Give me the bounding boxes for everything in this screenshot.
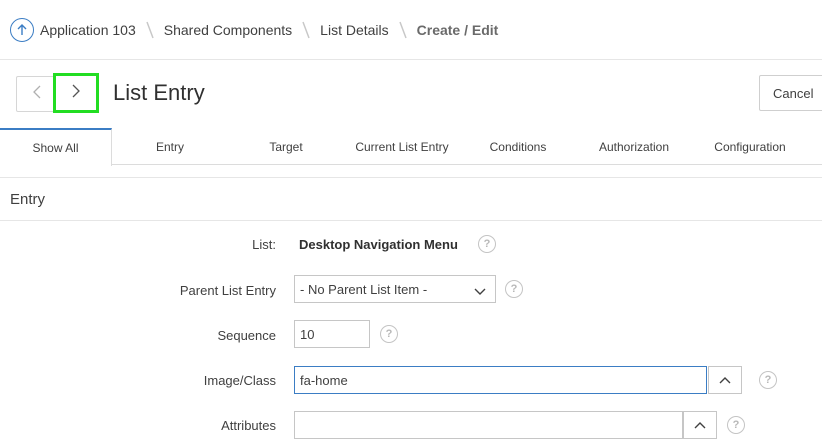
parent-list-entry-select[interactable]: - No Parent List Item - <box>294 275 496 303</box>
breadcrumb-item-application[interactable]: Application 103 <box>40 22 136 38</box>
help-icon[interactable]: ? <box>505 280 523 298</box>
cancel-button[interactable]: Cancel <box>759 75 822 111</box>
tab-configuration[interactable]: Configuration <box>692 128 808 165</box>
help-icon[interactable]: ? <box>727 416 745 434</box>
parent-list-entry-label: Parent List Entry <box>179 283 276 298</box>
help-icon[interactable]: ? <box>478 235 496 253</box>
image-class-input[interactable]: fa-home <box>294 366 707 394</box>
sequence-label: Sequence <box>217 328 276 343</box>
breadcrumb-separator <box>142 20 158 40</box>
page-header: List Entry Cancel <box>0 60 822 128</box>
list-label: List: <box>252 237 276 252</box>
attributes-input[interactable] <box>294 411 683 439</box>
help-icon[interactable]: ? <box>759 371 777 389</box>
image-class-popup-button[interactable] <box>708 366 742 394</box>
up-arrow-icon[interactable] <box>10 17 34 42</box>
sequence-input[interactable]: 10 <box>294 320 370 348</box>
tab-authorization[interactable]: Authorization <box>576 128 692 165</box>
page-title: List Entry <box>113 80 205 105</box>
chevron-down-icon <box>474 284 486 299</box>
chevron-up-icon <box>694 416 706 434</box>
next-button[interactable] <box>53 73 99 113</box>
previous-button[interactable] <box>17 77 57 111</box>
help-icon[interactable]: ? <box>380 325 398 343</box>
tab-current-list-entry[interactable]: Current List Entry <box>344 128 460 165</box>
tab-entry[interactable]: Entry <box>112 128 228 165</box>
breadcrumb-separator <box>298 20 314 40</box>
parent-list-entry-value: - No Parent List Item - <box>300 281 428 297</box>
tab-conditions[interactable]: Conditions <box>460 128 576 165</box>
breadcrumb-separator <box>395 20 411 40</box>
chevron-right-icon <box>71 83 81 104</box>
tab-bar: Show All Entry Target Current List Entry… <box>0 128 822 166</box>
tab-show-all[interactable]: Show All <box>0 128 112 166</box>
image-class-label: Image/Class <box>203 373 276 388</box>
breadcrumb-current: Create / Edit <box>416 21 499 38</box>
chevron-left-icon <box>32 84 42 105</box>
breadcrumb-item-shared-components[interactable]: Shared Components <box>164 22 292 38</box>
breadcrumb: Application 103 Shared Components List D… <box>0 0 822 60</box>
attributes-popup-button[interactable] <box>683 411 717 439</box>
record-navigation <box>16 73 99 113</box>
attributes-label: Attributes <box>221 418 276 433</box>
tab-target[interactable]: Target <box>228 128 344 165</box>
chevron-up-icon <box>719 371 731 389</box>
list-value: Desktop Navigation Menu <box>299 237 458 252</box>
region-title: Entry <box>0 177 822 221</box>
breadcrumb-item-list-details[interactable]: List Details <box>320 22 388 38</box>
